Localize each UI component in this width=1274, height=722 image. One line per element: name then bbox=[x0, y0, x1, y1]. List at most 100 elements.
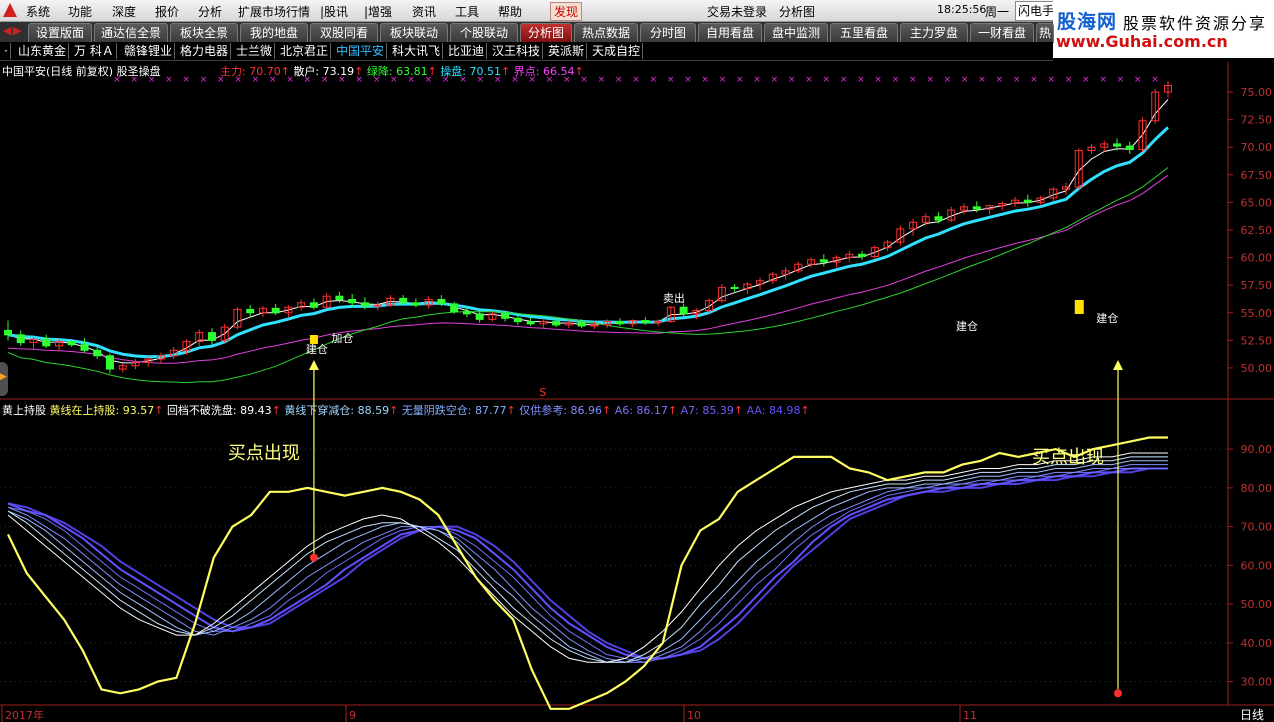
buy-marker bbox=[309, 335, 318, 344]
buy-point-dot bbox=[309, 553, 318, 562]
candle-body bbox=[80, 344, 89, 351]
candle-body bbox=[309, 302, 318, 308]
candle-body bbox=[207, 332, 216, 341]
osc-tick-label: 40.00 bbox=[1241, 637, 1273, 650]
stock-chart[interactable]: 75.00 72.50 70.00 67.50 65.00 62.50 60.00 57.50… bbox=[0, 0, 1274, 722]
x-marker: × bbox=[1013, 75, 1021, 85]
candle-body bbox=[335, 295, 344, 301]
price-tick-label: 67.50 bbox=[1241, 169, 1273, 182]
candle-body bbox=[475, 313, 484, 320]
price-axis: 75.00 72.50 70.00 67.50 65.00 62.50 60.00 57.50… bbox=[1228, 86, 1272, 375]
x-marker: × bbox=[805, 75, 813, 85]
x-marker: × bbox=[1134, 75, 1142, 85]
candle-body bbox=[1125, 145, 1134, 150]
x-marker: × bbox=[736, 75, 744, 85]
x-marker: × bbox=[200, 75, 208, 85]
x-marker: × bbox=[961, 75, 969, 85]
x-marker: × bbox=[615, 75, 623, 85]
x-marker: × bbox=[1047, 75, 1055, 85]
candle-body bbox=[858, 253, 867, 257]
osc-tick-label: 70.00 bbox=[1241, 521, 1273, 534]
x-marker: × bbox=[684, 75, 692, 85]
candle-body bbox=[271, 307, 280, 314]
left-scroll-handle[interactable]: ▶ bbox=[0, 362, 8, 396]
price-tick-label: 55.00 bbox=[1241, 307, 1273, 320]
candle-body bbox=[42, 338, 51, 347]
x-marker: × bbox=[407, 75, 415, 85]
candle-body bbox=[615, 321, 624, 325]
buy-signal-text: 买点出现 bbox=[1032, 447, 1104, 468]
candle-body bbox=[437, 299, 446, 305]
candle-body bbox=[67, 340, 76, 346]
x-marker: × bbox=[996, 75, 1004, 85]
candle-body bbox=[526, 321, 535, 325]
signal-label: 建仓 bbox=[306, 342, 328, 356]
buy-marker bbox=[1074, 300, 1084, 314]
candle-body bbox=[641, 319, 650, 324]
candle-body bbox=[730, 286, 739, 289]
candles bbox=[4, 81, 1172, 374]
x-marker: × bbox=[771, 75, 779, 85]
x-marker: × bbox=[355, 75, 363, 85]
x-marker: × bbox=[926, 75, 934, 85]
signal-label: 加仓 bbox=[331, 331, 353, 345]
ma-white-line bbox=[7, 99, 1169, 364]
x-marker: × bbox=[719, 75, 727, 85]
time-label: 11 bbox=[963, 709, 977, 722]
osc-line-0 bbox=[7, 436, 1168, 710]
x-marker: × bbox=[667, 75, 675, 85]
signal-arrow-head bbox=[308, 360, 319, 370]
s-marker: S bbox=[539, 386, 546, 399]
period-label: 日线 bbox=[1240, 708, 1264, 722]
x-marker: × bbox=[286, 75, 294, 85]
osc-tick-label: 50.00 bbox=[1241, 598, 1273, 611]
x-marker: × bbox=[131, 75, 139, 85]
x-marker: × bbox=[234, 75, 242, 85]
x-marker: × bbox=[217, 75, 225, 85]
x-marker: × bbox=[788, 75, 796, 85]
x-marker: × bbox=[1082, 75, 1090, 85]
x-marker: × bbox=[857, 75, 865, 85]
chart-frame bbox=[0, 62, 1274, 706]
price-tick-label: 72.50 bbox=[1241, 114, 1273, 127]
x-marker: × bbox=[511, 75, 519, 85]
candle-body bbox=[399, 297, 408, 304]
candle-body bbox=[577, 322, 586, 327]
osc-tick-label: 60.00 bbox=[1241, 559, 1273, 572]
price-tick-label: 52.50 bbox=[1241, 334, 1273, 347]
x-marker: × bbox=[321, 75, 329, 85]
price-tick-label: 57.50 bbox=[1241, 279, 1273, 292]
expand-arrow-icon: ▶ bbox=[0, 372, 7, 382]
candle-body bbox=[348, 299, 357, 304]
candle-body bbox=[93, 349, 102, 357]
candle-body bbox=[4, 329, 12, 336]
x-marker: × bbox=[753, 75, 761, 85]
x-marker: × bbox=[165, 75, 173, 85]
ma-magenta-line bbox=[7, 174, 1169, 364]
buy-point-dot bbox=[1114, 689, 1123, 698]
signal-label: 建仓 bbox=[1096, 311, 1118, 325]
candle-body bbox=[450, 303, 459, 313]
price-tick-label: 65.00 bbox=[1241, 196, 1273, 209]
x-marker: × bbox=[338, 75, 346, 85]
x-marker: × bbox=[390, 75, 398, 85]
x-marker: × bbox=[1030, 75, 1038, 85]
x-marker: × bbox=[269, 75, 277, 85]
time-label: 2017年 bbox=[5, 708, 44, 722]
time-label: 9 bbox=[349, 709, 356, 722]
x-marker: × bbox=[650, 75, 658, 85]
x-marker: × bbox=[459, 75, 467, 85]
time-label: 10 bbox=[687, 709, 701, 722]
candle-body bbox=[1023, 199, 1032, 203]
buy-signal-text: 买点出现 bbox=[228, 443, 300, 464]
signal-x-markers: × × × × × × × × × × × × × × × × × × × × × × × × × × × × × × × × × × × × × × × ×… bbox=[113, 75, 1159, 85]
x-marker: × bbox=[1099, 75, 1107, 85]
x-marker: × bbox=[701, 75, 709, 85]
x-marker: × bbox=[909, 75, 917, 85]
price-tick-label: 70.00 bbox=[1241, 141, 1273, 154]
candle-body bbox=[411, 302, 420, 306]
price-tick-label: 60.00 bbox=[1241, 252, 1273, 265]
candle-body bbox=[972, 206, 981, 210]
candle-body bbox=[552, 321, 561, 326]
price-tick-label: 62.50 bbox=[1241, 224, 1273, 237]
